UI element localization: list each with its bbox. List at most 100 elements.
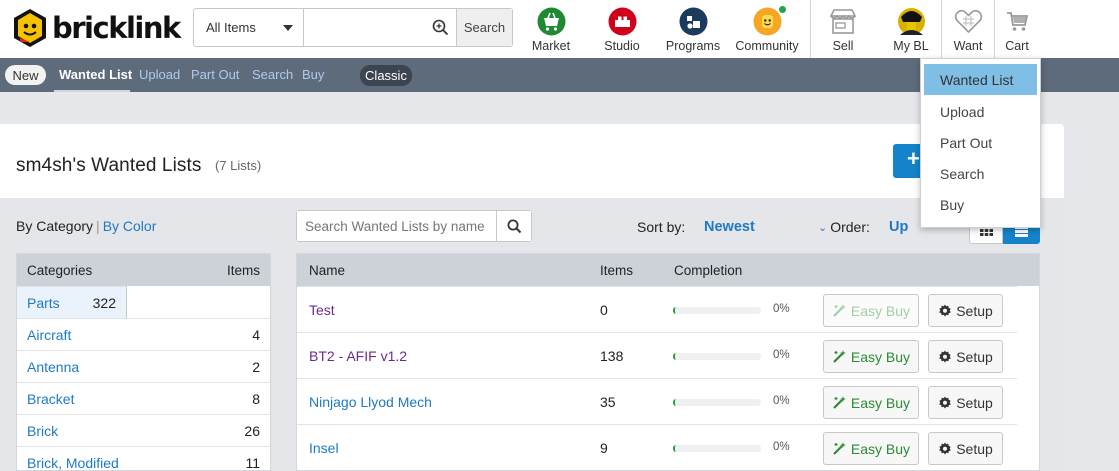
catalog-search: All Items Search <box>193 8 513 47</box>
easy-buy-button[interactable]: Easy Buy <box>823 340 919 373</box>
wanted-lists-header: Name Items Completion <box>297 254 1039 286</box>
wanted-lists-table: Name Items Completion Test 0 0% Easy Buy… <box>296 253 1040 471</box>
table-row: Insel 9 0% Easy Buy Setup <box>297 424 1017 470</box>
menu-item-part-out[interactable]: Part Out <box>921 127 1040 158</box>
easy-buy-label: Easy Buy <box>850 394 911 411</box>
nav-programs-label: Programs <box>665 39 721 53</box>
items-column-header: Items <box>226 262 260 278</box>
wanted-list-name-link[interactable]: BT2 - AFIF v1.2 <box>309 348 407 364</box>
search-button[interactable]: Search <box>456 9 512 46</box>
subnav-wanted-list[interactable]: Wanted List <box>59 67 132 82</box>
subnav-part-out[interactable]: Part Out <box>191 67 239 82</box>
order-label: Order: <box>830 219 870 235</box>
easy-buy-label: Easy Buy <box>850 440 911 457</box>
magic-wand-icon <box>833 442 846 455</box>
setup-button[interactable]: Setup <box>928 340 1003 373</box>
menu-item-wanted-list[interactable]: Wanted List <box>924 64 1037 95</box>
table-row: Ninjago Llyod Mech 35 0% Easy Buy Setup <box>297 378 1017 424</box>
nav-programs[interactable]: Programs <box>666 6 720 54</box>
subnav-buy[interactable]: Buy <box>302 67 324 82</box>
completion-progress-bar <box>673 399 761 406</box>
gear-icon <box>939 304 952 316</box>
table-row: Test 0 0% Easy Buy Setup <box>297 286 1017 332</box>
nav-sell-label: Sell <box>832 39 854 53</box>
item-type-select[interactable]: All Items <box>194 9 304 46</box>
gear-icon <box>939 396 952 408</box>
page-title: sm4sh's Wanted Lists <box>16 155 202 176</box>
order-select[interactable]: Up <box>889 219 908 235</box>
subnav-search[interactable]: Search <box>252 67 293 82</box>
easy-buy-button[interactable]: Easy Buy <box>823 386 919 419</box>
magic-wand-icon <box>833 304 846 317</box>
by-category-label[interactable]: By Category <box>16 218 93 234</box>
nav-want-label: Want <box>953 39 983 53</box>
setup-label: Setup <box>956 348 993 365</box>
wanted-list-name-link[interactable]: Test <box>309 302 335 318</box>
sort-by-select[interactable]: Newest <box>704 219 755 235</box>
community-icon <box>752 6 786 36</box>
setup-button[interactable]: Setup <box>928 432 1003 465</box>
easy-buy-button[interactable]: Easy Buy <box>823 294 919 327</box>
market-icon <box>536 6 566 36</box>
easy-buy-button[interactable]: Easy Buy <box>823 432 919 465</box>
category-row-brick[interactable]: Brick 26 <box>17 414 270 446</box>
category-table-header: Categories Items <box>17 254 270 286</box>
completion-percent: 0% <box>773 441 790 453</box>
category-name: Antenna <box>27 358 80 375</box>
category-count: 322 <box>92 294 116 311</box>
name-column-header: Name <box>309 263 346 278</box>
store-icon <box>828 6 858 36</box>
magic-wand-icon <box>833 396 846 409</box>
menu-item-buy[interactable]: Buy <box>921 189 1040 220</box>
search-icon[interactable] <box>497 211 531 241</box>
setup-button[interactable]: Setup <box>928 294 1003 327</box>
nav-sell[interactable]: Sell <box>826 6 860 54</box>
gear-icon <box>939 442 952 454</box>
completion-progress-bar <box>673 353 761 360</box>
bricklink-logo[interactable]: bricklink <box>12 6 187 50</box>
caret-down-icon <box>283 24 293 31</box>
category-count: 11 <box>245 454 260 471</box>
setup-label: Setup <box>956 394 993 411</box>
cart-icon <box>1002 6 1032 36</box>
completion-progress-bar <box>673 307 761 314</box>
category-count: 4 <box>252 326 260 343</box>
search-input[interactable] <box>304 9 424 46</box>
category-name: Parts <box>27 294 60 311</box>
chevron-down-icon[interactable]: ⌄ <box>818 221 827 234</box>
nav-studio[interactable]: Studio <box>602 6 642 54</box>
list-count: (7 Lists) <box>215 158 262 173</box>
nav-my-bl-label: My BL <box>893 39 929 53</box>
category-row-parts[interactable]: Parts 322 <box>17 286 127 318</box>
new-badge[interactable]: New <box>5 65 46 85</box>
nav-market[interactable]: Market <box>530 6 572 54</box>
image-search-icon[interactable] <box>424 9 456 46</box>
nav-want[interactable]: Want <box>950 6 986 54</box>
category-name: Aircraft <box>27 326 72 343</box>
wanted-list-name-link[interactable]: Ninjago Llyod Mech <box>309 394 432 410</box>
wanted-list-search <box>296 210 532 242</box>
menu-item-upload[interactable]: Upload <box>921 96 1040 127</box>
category-row-antenna[interactable]: Antenna 2 <box>17 350 270 382</box>
nav-cart[interactable]: Cart <box>1003 6 1031 54</box>
setup-button[interactable]: Setup <box>928 386 1003 419</box>
wanted-list-item-count: 9 <box>600 440 608 456</box>
category-row-brick-modified[interactable]: Brick, Modified 11 <box>17 446 270 471</box>
classic-toggle[interactable]: Classic <box>360 65 412 86</box>
filter-toggle: By Category | By Color <box>16 218 156 234</box>
studio-icon <box>607 6 637 36</box>
menu-item-search[interactable]: Search <box>921 158 1040 189</box>
items-column-header: Items <box>600 263 634 278</box>
category-row-aircraft[interactable]: Aircraft 4 <box>17 318 270 350</box>
nav-my-bl[interactable]: My BL <box>891 6 931 54</box>
wanted-list-search-input[interactable] <box>297 211 497 241</box>
category-table: Categories Items Parts 322 Aircraft 4 An… <box>16 253 271 471</box>
subnav-upload[interactable]: Upload <box>139 67 180 82</box>
category-row-bracket[interactable]: Bracket 8 <box>17 382 270 414</box>
by-color-link[interactable]: By Color <box>103 218 157 234</box>
category-count: 8 <box>252 390 260 407</box>
wanted-list-name-link[interactable]: Insel <box>309 440 339 456</box>
completion-progress-bar <box>673 445 761 452</box>
nav-community[interactable]: Community <box>734 6 800 54</box>
gear-icon <box>939 350 952 362</box>
